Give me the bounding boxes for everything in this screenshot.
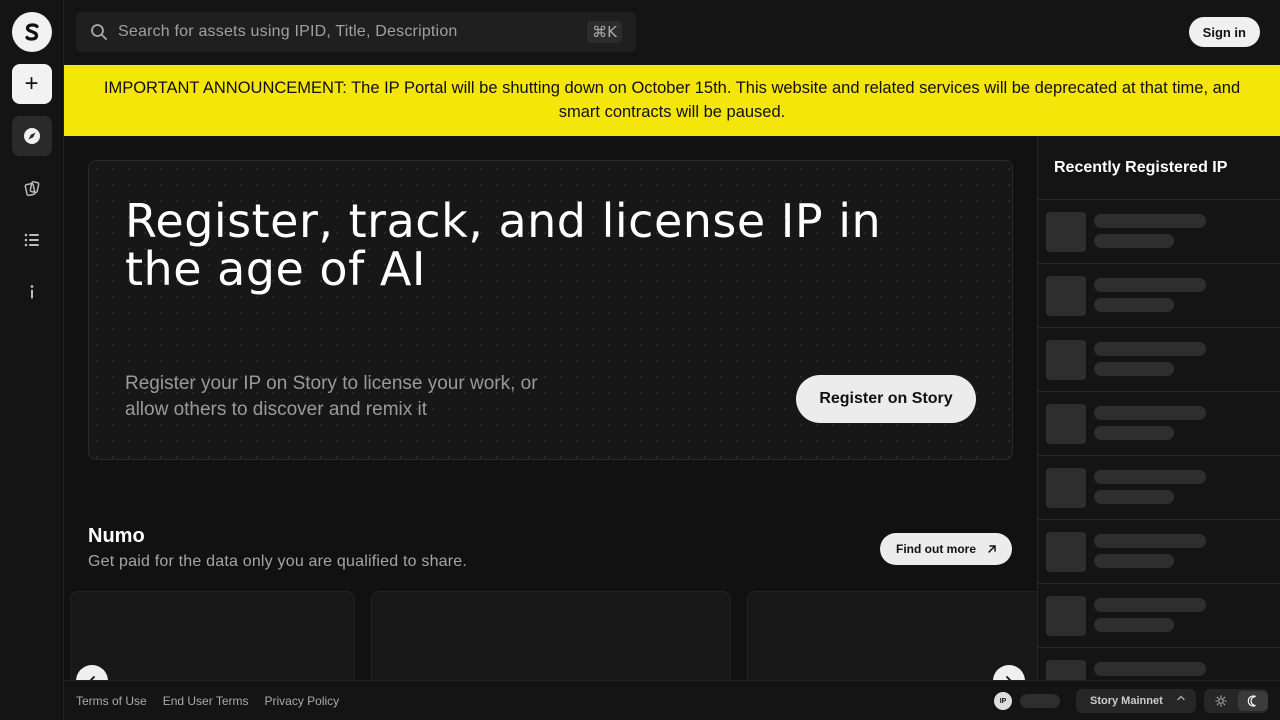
skeleton-thumbnail: [1046, 340, 1086, 380]
sidebar: +: [0, 0, 64, 720]
skeleton-thumbnail: [1046, 404, 1086, 444]
privacy-policy-link[interactable]: Privacy Policy: [265, 694, 340, 708]
chevron-up-icon: [1176, 693, 1186, 706]
section-subtitle: Get paid for the data only you are quali…: [88, 553, 468, 570]
list-item[interactable]: [1038, 392, 1280, 456]
list-item[interactable]: [1038, 328, 1280, 392]
list-item[interactable]: [1038, 200, 1280, 264]
skeleton-line: [1094, 662, 1206, 676]
licenses-button[interactable]: [12, 168, 52, 208]
skeleton-line: [1094, 406, 1206, 420]
ip-token-icon: IP: [994, 692, 1012, 710]
arrow-up-right-icon: [988, 545, 996, 553]
plus-icon: +: [24, 70, 39, 97]
skeleton-line: [1094, 490, 1174, 504]
search-bar[interactable]: ⌘K: [76, 12, 636, 52]
search-input[interactable]: [118, 23, 558, 41]
end-user-terms-link[interactable]: End User Terms: [163, 694, 249, 708]
skeleton-line: [1094, 534, 1206, 548]
skeleton-thumbnail: [1046, 660, 1086, 680]
theme-toggle[interactable]: [1204, 689, 1268, 713]
list-item[interactable]: [1038, 648, 1280, 680]
network-selector[interactable]: Story Mainnet: [1076, 689, 1196, 713]
story-logo[interactable]: [11, 12, 52, 52]
ip-balance-skeleton: [1020, 694, 1060, 708]
find-out-more-button[interactable]: Find out more: [880, 533, 1012, 565]
search-shortcut: ⌘K: [587, 21, 622, 43]
explore-button[interactable]: [11, 116, 52, 156]
recent-ip-title: Recently Registered IP: [1038, 136, 1280, 200]
skeleton-thumbnail: [1046, 596, 1086, 636]
skeleton-line: [1094, 618, 1174, 632]
skeleton-line: [1094, 234, 1174, 248]
carousel-card[interactable]: [371, 591, 731, 680]
new-button[interactable]: +: [11, 64, 52, 104]
list-icon: [24, 233, 39, 247]
skeleton-line: [1094, 598, 1206, 612]
skeleton-line: [1094, 298, 1174, 312]
search-icon: [91, 24, 107, 40]
list-item[interactable]: [1038, 584, 1280, 648]
sun-icon: [1215, 695, 1227, 707]
hero-panel: Register, track, and license IP in the a…: [88, 160, 1013, 460]
main-content: Register, track, and license IP in the a…: [64, 136, 1037, 680]
list-item[interactable]: [1038, 456, 1280, 520]
info-button[interactable]: [12, 272, 52, 312]
announcement-banner: IMPORTANT ANNOUNCEMENT: The IP Portal wi…: [64, 65, 1280, 136]
skeleton-line: [1094, 426, 1174, 440]
skeleton-thumbnail: [1046, 276, 1086, 316]
skeleton-thumbnail: [1046, 468, 1086, 508]
skeleton-line: [1094, 554, 1174, 568]
register-on-story-button[interactable]: Register on Story: [796, 375, 976, 423]
section-title: Numo: [88, 525, 145, 547]
skeleton-line: [1094, 342, 1206, 356]
moon-icon: [1247, 695, 1256, 707]
compass-icon: [23, 128, 40, 144]
carousel-card[interactable]: [70, 591, 355, 680]
skeleton-thumbnail: [1046, 212, 1086, 252]
network-label: Story Mainnet: [1090, 695, 1163, 707]
top-bar: ⌘K Sign in: [64, 0, 1280, 65]
skeleton-line: [1094, 362, 1174, 376]
terms-of-use-link[interactable]: Terms of Use: [76, 694, 147, 708]
list-button[interactable]: [12, 220, 52, 260]
list-item[interactable]: [1038, 520, 1280, 584]
dark-theme-option[interactable]: [1238, 691, 1268, 711]
list-item[interactable]: [1038, 264, 1280, 328]
light-theme-option[interactable]: [1206, 691, 1236, 711]
story-s-icon: [17, 18, 46, 46]
carousel-card[interactable]: [747, 591, 1037, 680]
find-out-more-label: Find out more: [896, 542, 976, 556]
skeleton-line: [1094, 278, 1206, 292]
cards-icon: [24, 181, 39, 197]
info-icon: [30, 285, 33, 299]
hero-title: Register, track, and license IP in the a…: [125, 194, 882, 296]
hero-subtitle: Register your IP on Story to license you…: [125, 373, 538, 420]
footer: Terms of Use End User Terms Privacy Poli…: [64, 680, 1280, 720]
skeleton-thumbnail: [1046, 532, 1086, 572]
sign-in-button[interactable]: Sign in: [1188, 17, 1260, 47]
recent-ip-panel: Recently Registered IP: [1037, 136, 1280, 680]
skeleton-line: [1094, 214, 1206, 228]
skeleton-line: [1094, 470, 1206, 484]
